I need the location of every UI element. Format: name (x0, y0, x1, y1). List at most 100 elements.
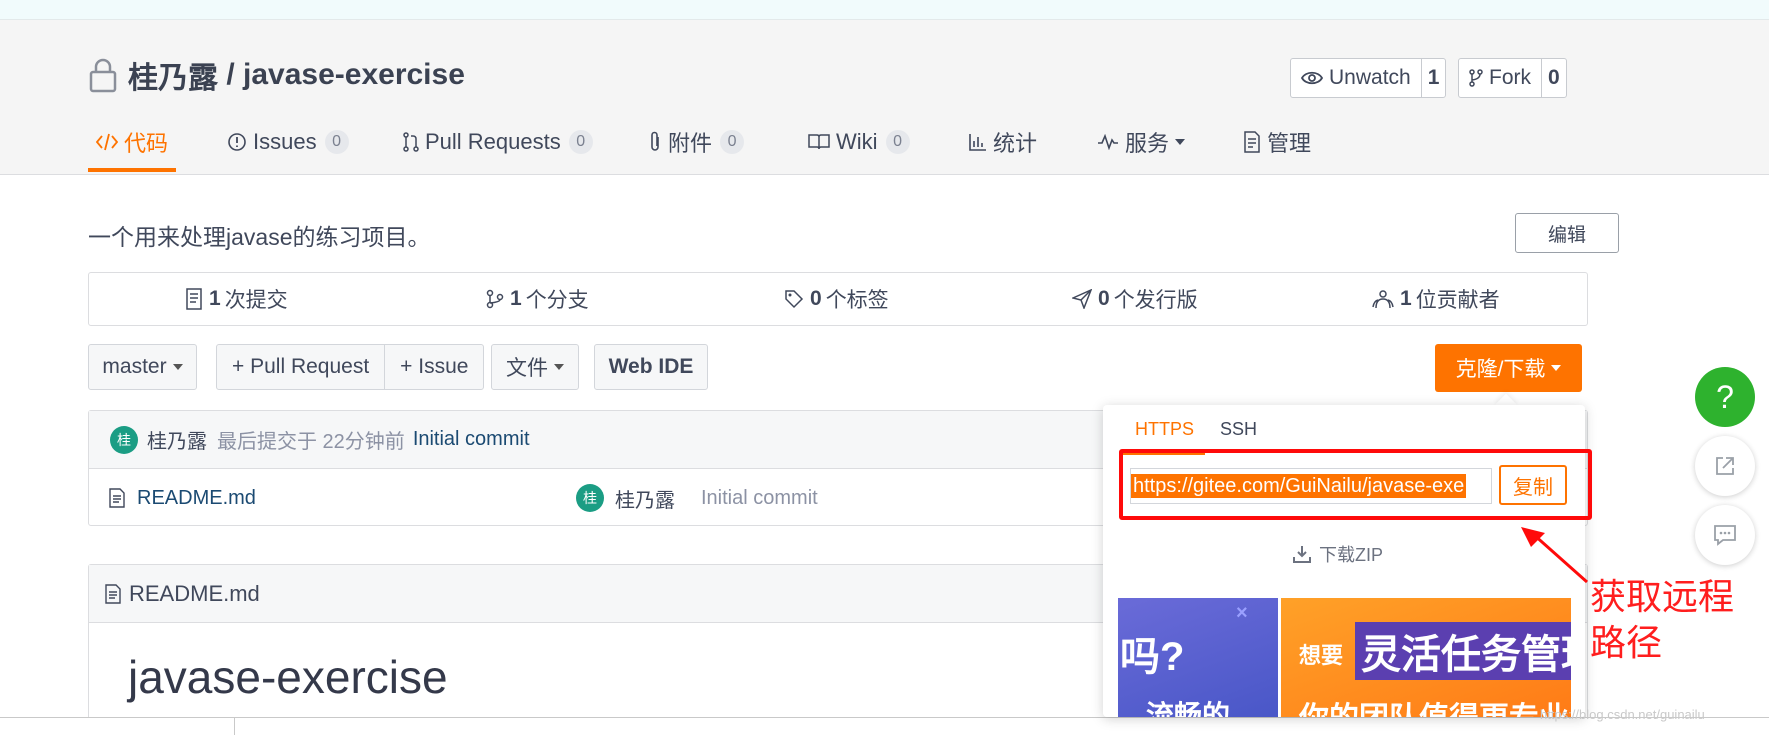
stat-commits-count: 1 (209, 287, 221, 310)
close-icon[interactable]: × (1236, 602, 1248, 625)
web-ide-button[interactable]: Web IDE (594, 344, 708, 390)
stat-contributors-count: 1 (1400, 287, 1412, 310)
unwatch-label: Unwatch (1329, 66, 1411, 89)
eye-icon (1301, 71, 1323, 85)
tab-code[interactable]: 代码 (96, 124, 168, 160)
fork-icon (1469, 69, 1483, 87)
tab-stats[interactable]: 统计 (969, 124, 1037, 160)
readme-title: javase-exercise (128, 651, 448, 703)
commit-time: 最后提交于 22分钟前 (217, 431, 405, 453)
unwatch-button[interactable]: Unwatch 1 (1290, 58, 1447, 98)
tab-issues-label: Issues (253, 129, 317, 154)
file-icon (109, 488, 125, 508)
download-zip-link[interactable]: 下载ZIP (1293, 541, 1383, 567)
commit-message-link[interactable]: Initial commit (413, 428, 530, 451)
watch-count[interactable]: 1 (1420, 59, 1446, 97)
top-strip (0, 0, 1769, 20)
contributors-icon (1372, 290, 1394, 309)
promo-right-subline: 你的团队值得更专业 (1299, 693, 1569, 717)
comment-button[interactable] (1695, 505, 1755, 565)
tab-attachments[interactable]: 附件 0 (648, 124, 745, 160)
pulse-icon (1098, 134, 1118, 150)
branch-select-label: master (102, 355, 167, 378)
paperclip-icon (651, 131, 659, 151)
code-icon (96, 133, 118, 151)
tab-issues[interactable]: Issues 0 (227, 124, 349, 160)
tab-manage-label: 管理 (1267, 131, 1312, 156)
tab-services[interactable]: 服务 (1097, 124, 1186, 160)
tab-wiki[interactable]: Wiki 0 (808, 124, 910, 160)
promo-banner-right[interactable]: 想要 灵活任务管理 你的团队值得更专业 (1281, 598, 1571, 717)
file-icon (105, 583, 121, 604)
promo-banner-left[interactable]: 吗? × 、流畅的 (1118, 598, 1278, 717)
create-button-group: + Pull Request + Issue (216, 344, 485, 390)
repo-stats-bar: 1 次提交 1 个分支 0 个标签 0 个发行版 1 位贡献者 (88, 272, 1588, 326)
stat-commits[interactable]: 1 次提交 (185, 273, 288, 325)
bottom-bar (0, 717, 1769, 735)
share-icon (1716, 457, 1734, 475)
download-icon (1293, 546, 1311, 563)
chevron-down-icon (554, 364, 564, 370)
avatar[interactable]: 桂 (576, 484, 604, 512)
stat-branches-count: 1 (510, 287, 522, 310)
file-name-link[interactable]: README.md (137, 487, 256, 510)
repo-description: 一个用来处理javase的练习项目。 (88, 224, 431, 250)
fork-count[interactable]: 0 (1541, 59, 1566, 97)
tab-issues-badge: 0 (324, 130, 349, 154)
share-button[interactable] (1695, 436, 1755, 496)
tab-pull-requests-label: Pull Requests (425, 129, 561, 154)
chevron-down-icon (172, 364, 183, 370)
stat-tags-label: 个标签 (825, 289, 889, 312)
stat-tags-count: 0 (810, 287, 822, 310)
help-button[interactable]: ? (1695, 367, 1755, 427)
commit-author[interactable]: 桂乃露 (147, 425, 207, 454)
edit-description-button[interactable]: 编辑 (1515, 213, 1619, 253)
tab-wiki-label: Wiki (836, 129, 878, 154)
active-tab-indicator (88, 168, 176, 172)
settings-doc-icon (1244, 131, 1260, 153)
tab-https[interactable]: HTTPS (1135, 419, 1194, 440)
file-dropdown[interactable]: 文件 (491, 344, 579, 390)
book-icon (808, 134, 830, 150)
stat-commits-label: 次提交 (224, 289, 288, 312)
tab-pull-requests[interactable]: Pull Requests 0 (403, 124, 593, 160)
readme-header-label: README.md (129, 580, 260, 606)
branch-select[interactable]: master (88, 344, 197, 390)
stat-releases-label: 个发行版 (1113, 289, 1198, 312)
tag-icon (785, 290, 804, 309)
file-commit-message[interactable]: Initial commit (701, 487, 818, 510)
repo-owner-link[interactable]: 桂乃露 (128, 53, 218, 97)
stat-branches[interactable]: 1 个分支 (486, 273, 589, 325)
annotation-highlight-box (1119, 449, 1592, 520)
watermark: https://blog.csdn.net/guinailu (1540, 707, 1705, 722)
new-issue-button[interactable]: + Issue (384, 345, 483, 389)
avatar[interactable]: 桂 (110, 425, 138, 454)
comment-icon (1714, 525, 1736, 546)
annotation-arrow-icon (1521, 527, 1588, 584)
tab-pull-requests-badge: 0 (568, 130, 593, 154)
stat-contributors[interactable]: 1 位贡献者 (1372, 273, 1500, 325)
promo-left-line1: 吗? (1120, 635, 1185, 679)
annotation-line2: 路径 (1590, 622, 1663, 663)
stat-contributors-label: 位贡献者 (1415, 289, 1500, 312)
clone-download-button[interactable]: 克隆/下载 (1435, 344, 1582, 392)
promo-right-small: 想要 (1299, 643, 1344, 668)
stat-branches-label: 个分支 (525, 289, 589, 312)
stat-releases[interactable]: 0 个发行版 (1072, 273, 1198, 325)
tab-manage[interactable]: 管理 (1243, 124, 1311, 160)
tab-ssh[interactable]: SSH (1220, 419, 1257, 440)
tab-wiki-badge: 0 (885, 130, 910, 154)
repo-name-link[interactable]: javase-exercise (243, 58, 465, 92)
new-pull-request-button[interactable]: + Pull Request (217, 345, 384, 389)
file-author[interactable]: 桂乃露 (615, 484, 675, 513)
fork-button[interactable]: Fork 0 (1458, 58, 1567, 98)
stat-tags[interactable]: 0 个标签 (784, 273, 889, 325)
promo-right-headline: 灵活任务管理 (1355, 622, 1571, 680)
lock-icon (89, 58, 117, 93)
tab-code-label: 代码 (124, 131, 169, 156)
commit-icon (186, 288, 202, 310)
tab-attachments-label: 附件 (668, 131, 713, 156)
tab-services-label: 服务 (1125, 131, 1170, 156)
promo-left-line2: 、流畅的 (1118, 700, 1231, 717)
pull-request-icon (403, 132, 419, 152)
